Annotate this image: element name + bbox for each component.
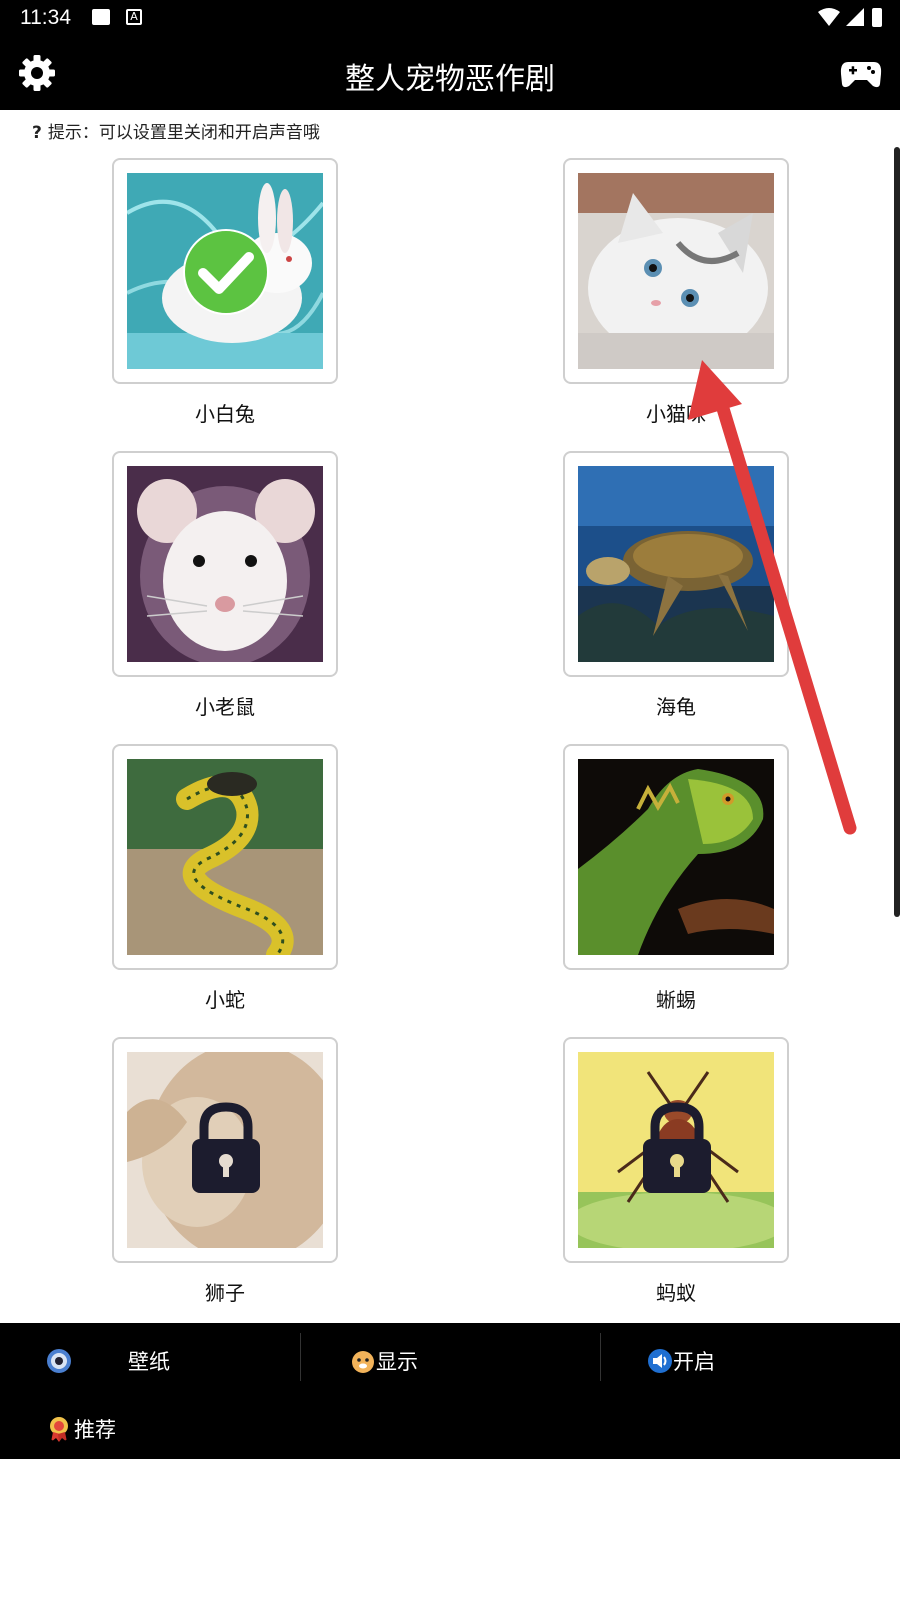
hint-icon: ?	[32, 123, 42, 143]
animal-card-lion[interactable]: 狮子	[112, 1037, 338, 1305]
animal-card-cat[interactable]: 小猫咪	[563, 158, 789, 426]
sound-label: 开启	[673, 1349, 715, 1374]
animal-frame	[563, 744, 789, 970]
turtle-image	[578, 466, 774, 662]
animal-label: 小白兔	[195, 402, 255, 426]
recommend-label: 推荐	[74, 1417, 116, 1442]
display-button[interactable]: 显示	[350, 1333, 418, 1388]
check-icon	[183, 229, 269, 315]
cat-image	[578, 173, 774, 369]
sound-button[interactable]: 开启	[647, 1333, 715, 1388]
lizard-image	[578, 759, 774, 955]
nav-divider	[600, 1333, 601, 1381]
speaker-icon	[648, 1348, 672, 1373]
animal-frame	[112, 451, 338, 677]
animal-label: 小蛇	[205, 988, 245, 1012]
hint-text: 提示：可以设置里关闭和开启声音哦	[47, 123, 320, 143]
animal-grid: 小白兔 小猫咪 小老鼠 海龟 小蛇 蜥蜴 狮子 蚂蚁	[0, 158, 900, 1323]
animal-label: 蜥蜴	[656, 988, 696, 1012]
animal-card-snake[interactable]: 小蛇	[112, 744, 338, 1012]
animal-label: 小老鼠	[195, 695, 255, 719]
animal-label: 海龟	[656, 695, 696, 719]
bottom-bar: 壁纸 显示 开启 推荐	[0, 1323, 900, 1459]
animal-frame	[112, 1037, 338, 1263]
status-time: 11:34	[20, 6, 71, 29]
snake-image	[127, 759, 323, 955]
app-bar: 整人宠物恶作剧	[0, 36, 900, 110]
animal-frame	[563, 1037, 789, 1263]
mouse-image	[127, 466, 323, 662]
animal-frame	[112, 158, 338, 384]
gallery-icon	[92, 9, 110, 25]
ribbon-icon	[50, 1416, 68, 1442]
animal-card-rabbit[interactable]: 小白兔	[112, 158, 338, 426]
scrollbar[interactable]	[894, 147, 900, 917]
animal-label: 狮子	[205, 1281, 245, 1305]
a-badge-icon: A	[126, 9, 142, 25]
nav-divider	[300, 1333, 301, 1381]
animal-label: 蚂蚁	[656, 1281, 696, 1305]
recommend-button[interactable]: 推荐	[46, 1401, 116, 1456]
battery-icon	[872, 8, 882, 27]
lock-icon	[643, 1102, 711, 1193]
animal-card-turtle[interactable]: 海龟	[563, 451, 789, 719]
signal-icon	[846, 8, 864, 26]
animal-frame	[112, 744, 338, 970]
hint-row: ? 提示：可以设置里关闭和开启声音哦	[32, 118, 320, 143]
animal-card-mouse[interactable]: 小老鼠	[112, 451, 338, 719]
animal-frame	[563, 158, 789, 384]
display-label: 显示	[376, 1349, 418, 1374]
wallpaper-button[interactable]: 壁纸	[46, 1333, 170, 1388]
animal-card-ant[interactable]: 蚂蚁	[563, 1037, 789, 1305]
page-title: 整人宠物恶作剧	[345, 62, 555, 97]
wifi-icon	[818, 8, 840, 26]
wallpaper-label: 壁纸	[128, 1349, 170, 1374]
gear-icon	[47, 1348, 71, 1373]
status-bar: 11:34 A	[0, 0, 900, 36]
animal-label: 小猫咪	[646, 402, 706, 426]
animal-frame	[563, 451, 789, 677]
animal-card-lizard[interactable]: 蜥蜴	[563, 744, 789, 1012]
system-tray-icons	[818, 8, 882, 27]
dog-icon	[352, 1350, 374, 1373]
gamepad-icon[interactable]	[840, 56, 882, 90]
lock-icon	[192, 1102, 260, 1193]
